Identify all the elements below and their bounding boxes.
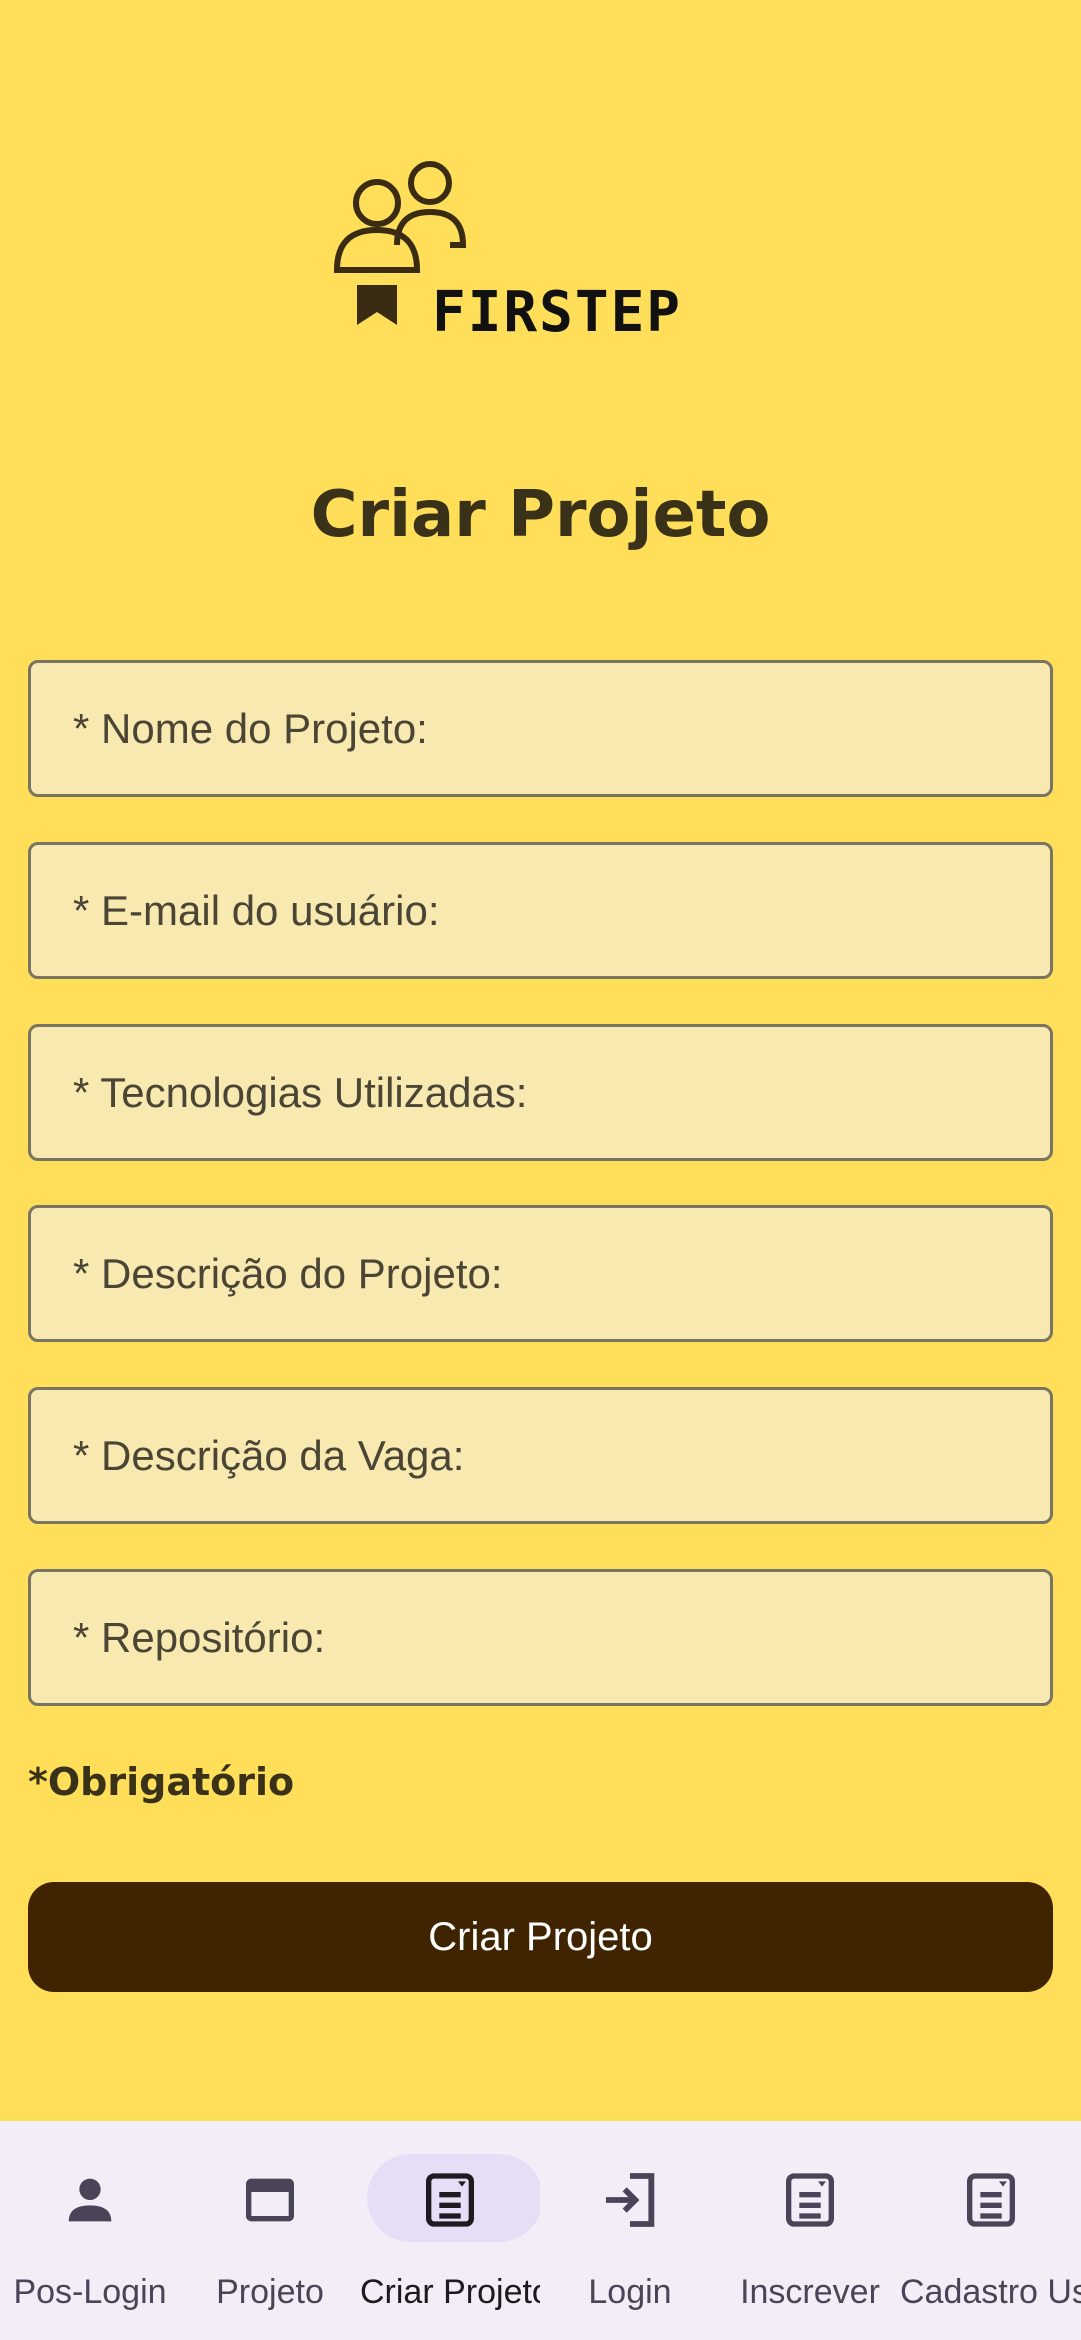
nav-item-login[interactable]: Login (540, 2121, 720, 2340)
firstep-logo: FIRSTEP (325, 150, 725, 350)
document-icon (786, 2173, 834, 2227)
login-icon (606, 2173, 655, 2227)
technologies-field[interactable]: * Tecnologias Utilizadas: (28, 1024, 1053, 1161)
field-placeholder: * Tecnologias Utilizadas: (73, 1068, 528, 1116)
field-placeholder: * Descrição da Vaga: (73, 1431, 465, 1479)
nav-item-pos-login[interactable]: Pos-Login (0, 2121, 180, 2340)
nav-label: Pos-Login (13, 2273, 167, 2311)
field-placeholder: * Nome do Projeto: (73, 704, 428, 752)
create-project-button-label: Criar Projeto (428, 1914, 653, 1959)
nav-label: Criar Projeto (360, 2273, 540, 2311)
logo-text: FIRSTEP (432, 280, 683, 345)
nav-item-criar-projeto[interactable]: Criar Projeto (360, 2121, 540, 2340)
nav-label: Cadastro Usuário (900, 2273, 1081, 2311)
nav-item-inscrever[interactable]: Inscrever (720, 2121, 900, 2340)
project-description-field[interactable]: * Descrição do Projeto: (28, 1205, 1053, 1342)
project-name-field[interactable]: * Nome do Projeto: (28, 660, 1053, 797)
user-email-field[interactable]: * E-mail do usuário: (28, 842, 1053, 979)
nav-label: Inscrever (740, 2273, 880, 2311)
window-icon (246, 2178, 294, 2222)
bottom-navbar: Pos-Login Projeto Criar Projeto Login In… (0, 2121, 1081, 2340)
nav-item-cadastro-usuario[interactable]: Cadastro Usuário (900, 2121, 1081, 2340)
document-icon (426, 2173, 474, 2227)
required-note: *Obrigatório (28, 1760, 295, 1804)
nav-label: Login (588, 2273, 672, 2311)
page-title: Criar Projeto (310, 478, 771, 552)
field-placeholder: * Descrição do Projeto: (73, 1249, 503, 1297)
job-description-field[interactable]: * Descrição da Vaga: (28, 1387, 1053, 1524)
field-placeholder: * E-mail do usuário: (73, 886, 440, 934)
person-icon (68, 2178, 112, 2222)
field-placeholder: * Repositório: (73, 1613, 326, 1661)
nav-item-projeto[interactable]: Projeto (180, 2121, 360, 2340)
document-icon (966, 2173, 1015, 2227)
create-project-button[interactable]: Criar Projeto (28, 1882, 1053, 1992)
nav-label: Projeto (216, 2273, 324, 2311)
repository-field[interactable]: * Repositório: (28, 1569, 1053, 1706)
